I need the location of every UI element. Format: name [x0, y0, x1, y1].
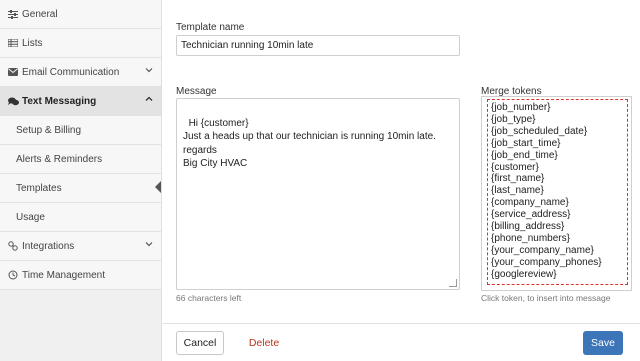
chevron-down-icon [145, 240, 153, 248]
merge-token[interactable]: {company_name} [491, 197, 627, 209]
sliders-icon [7, 9, 19, 19]
sidebar-item-setup-billing[interactable]: Setup & Billing [0, 116, 161, 145]
merge-token[interactable]: {last_name} [491, 185, 627, 197]
settings-sidebar: General Lists Email Communication Text M… [0, 0, 162, 361]
merge-token[interactable]: {billing_address} [491, 221, 627, 233]
cancel-button[interactable]: Cancel [176, 331, 224, 355]
merge-token[interactable]: {googlereview} [491, 269, 627, 281]
chevron-down-icon [145, 66, 153, 74]
delete-button[interactable]: Delete [246, 331, 282, 355]
merge-token[interactable]: {your_company_phones} [491, 257, 627, 269]
chat-icon [7, 97, 19, 106]
clock-icon [7, 270, 19, 280]
merge-token[interactable]: {service_address} [491, 209, 627, 221]
sidebar-item-label: General [22, 8, 58, 20]
list-icon [7, 39, 19, 47]
merge-tokens-list: {job_number} {job_type} {job_scheduled_dat… [487, 99, 628, 285]
sidebar-item-alerts-reminders[interactable]: Alerts & Reminders [0, 145, 161, 174]
merge-tokens-panel: {job_number} {job_type} {job_scheduled_dat… [481, 96, 632, 291]
merge-token[interactable]: {your_company_name} [491, 245, 627, 257]
sidebar-item-label: Setup & Billing [16, 124, 82, 136]
sidebar-item-email-communication[interactable]: Email Communication [0, 58, 161, 87]
envelope-icon [7, 68, 19, 76]
selected-item-caret-icon [155, 181, 161, 193]
sidebar-item-label: Templates [16, 182, 62, 194]
merge-token[interactable]: {job_end_time} [491, 150, 627, 162]
sidebar-item-label: Lists [22, 37, 43, 49]
sidebar-item-lists[interactable]: Lists [0, 29, 161, 58]
sidebar-item-time-management[interactable]: Time Management [0, 261, 161, 290]
message-text: Hi {customer} Just a heads up that our t… [183, 117, 436, 170]
characters-left-counter: 66 characters left [176, 293, 242, 303]
sidebar-item-text-messaging[interactable]: Text Messaging [0, 87, 161, 116]
sidebar-item-label: Integrations [22, 240, 75, 252]
footer-divider [163, 323, 640, 324]
sidebar-item-label: Text Messaging [22, 95, 97, 107]
resize-handle-icon[interactable] [449, 279, 457, 287]
merge-token[interactable]: {customer} [491, 162, 627, 174]
message-textarea[interactable]: Hi {customer} Just a heads up that our t… [176, 98, 460, 290]
save-button[interactable]: Save [583, 331, 623, 355]
chevron-up-icon [145, 95, 153, 103]
merge-token[interactable]: {job_type} [491, 114, 627, 126]
sidebar-item-general[interactable]: General [0, 0, 161, 29]
sidebar-item-label: Alerts & Reminders [16, 153, 103, 165]
merge-token[interactable]: {job_number} [491, 102, 627, 114]
merge-token[interactable]: {job_start_time} [491, 138, 627, 150]
template-name-label: Template name [176, 22, 245, 33]
merge-token[interactable]: {job_scheduled_date} [491, 126, 627, 138]
sidebar-item-label: Usage [16, 211, 45, 223]
merge-token[interactable]: {first_name} [491, 173, 627, 185]
sidebar-item-integrations[interactable]: Integrations [0, 232, 161, 261]
sidebar-item-templates[interactable]: Templates [0, 174, 161, 203]
integrations-icon [7, 241, 19, 251]
merge-tokens-hint: Click token, to insert into message [481, 293, 611, 303]
template-name-input[interactable]: Technician running 10min late [176, 35, 460, 56]
merge-token[interactable]: {phone_numbers} [491, 233, 627, 245]
sidebar-item-label: Time Management [22, 269, 105, 281]
sidebar-item-label: Email Communication [22, 66, 120, 78]
message-label: Message [176, 86, 217, 97]
sidebar-item-usage[interactable]: Usage [0, 203, 161, 232]
